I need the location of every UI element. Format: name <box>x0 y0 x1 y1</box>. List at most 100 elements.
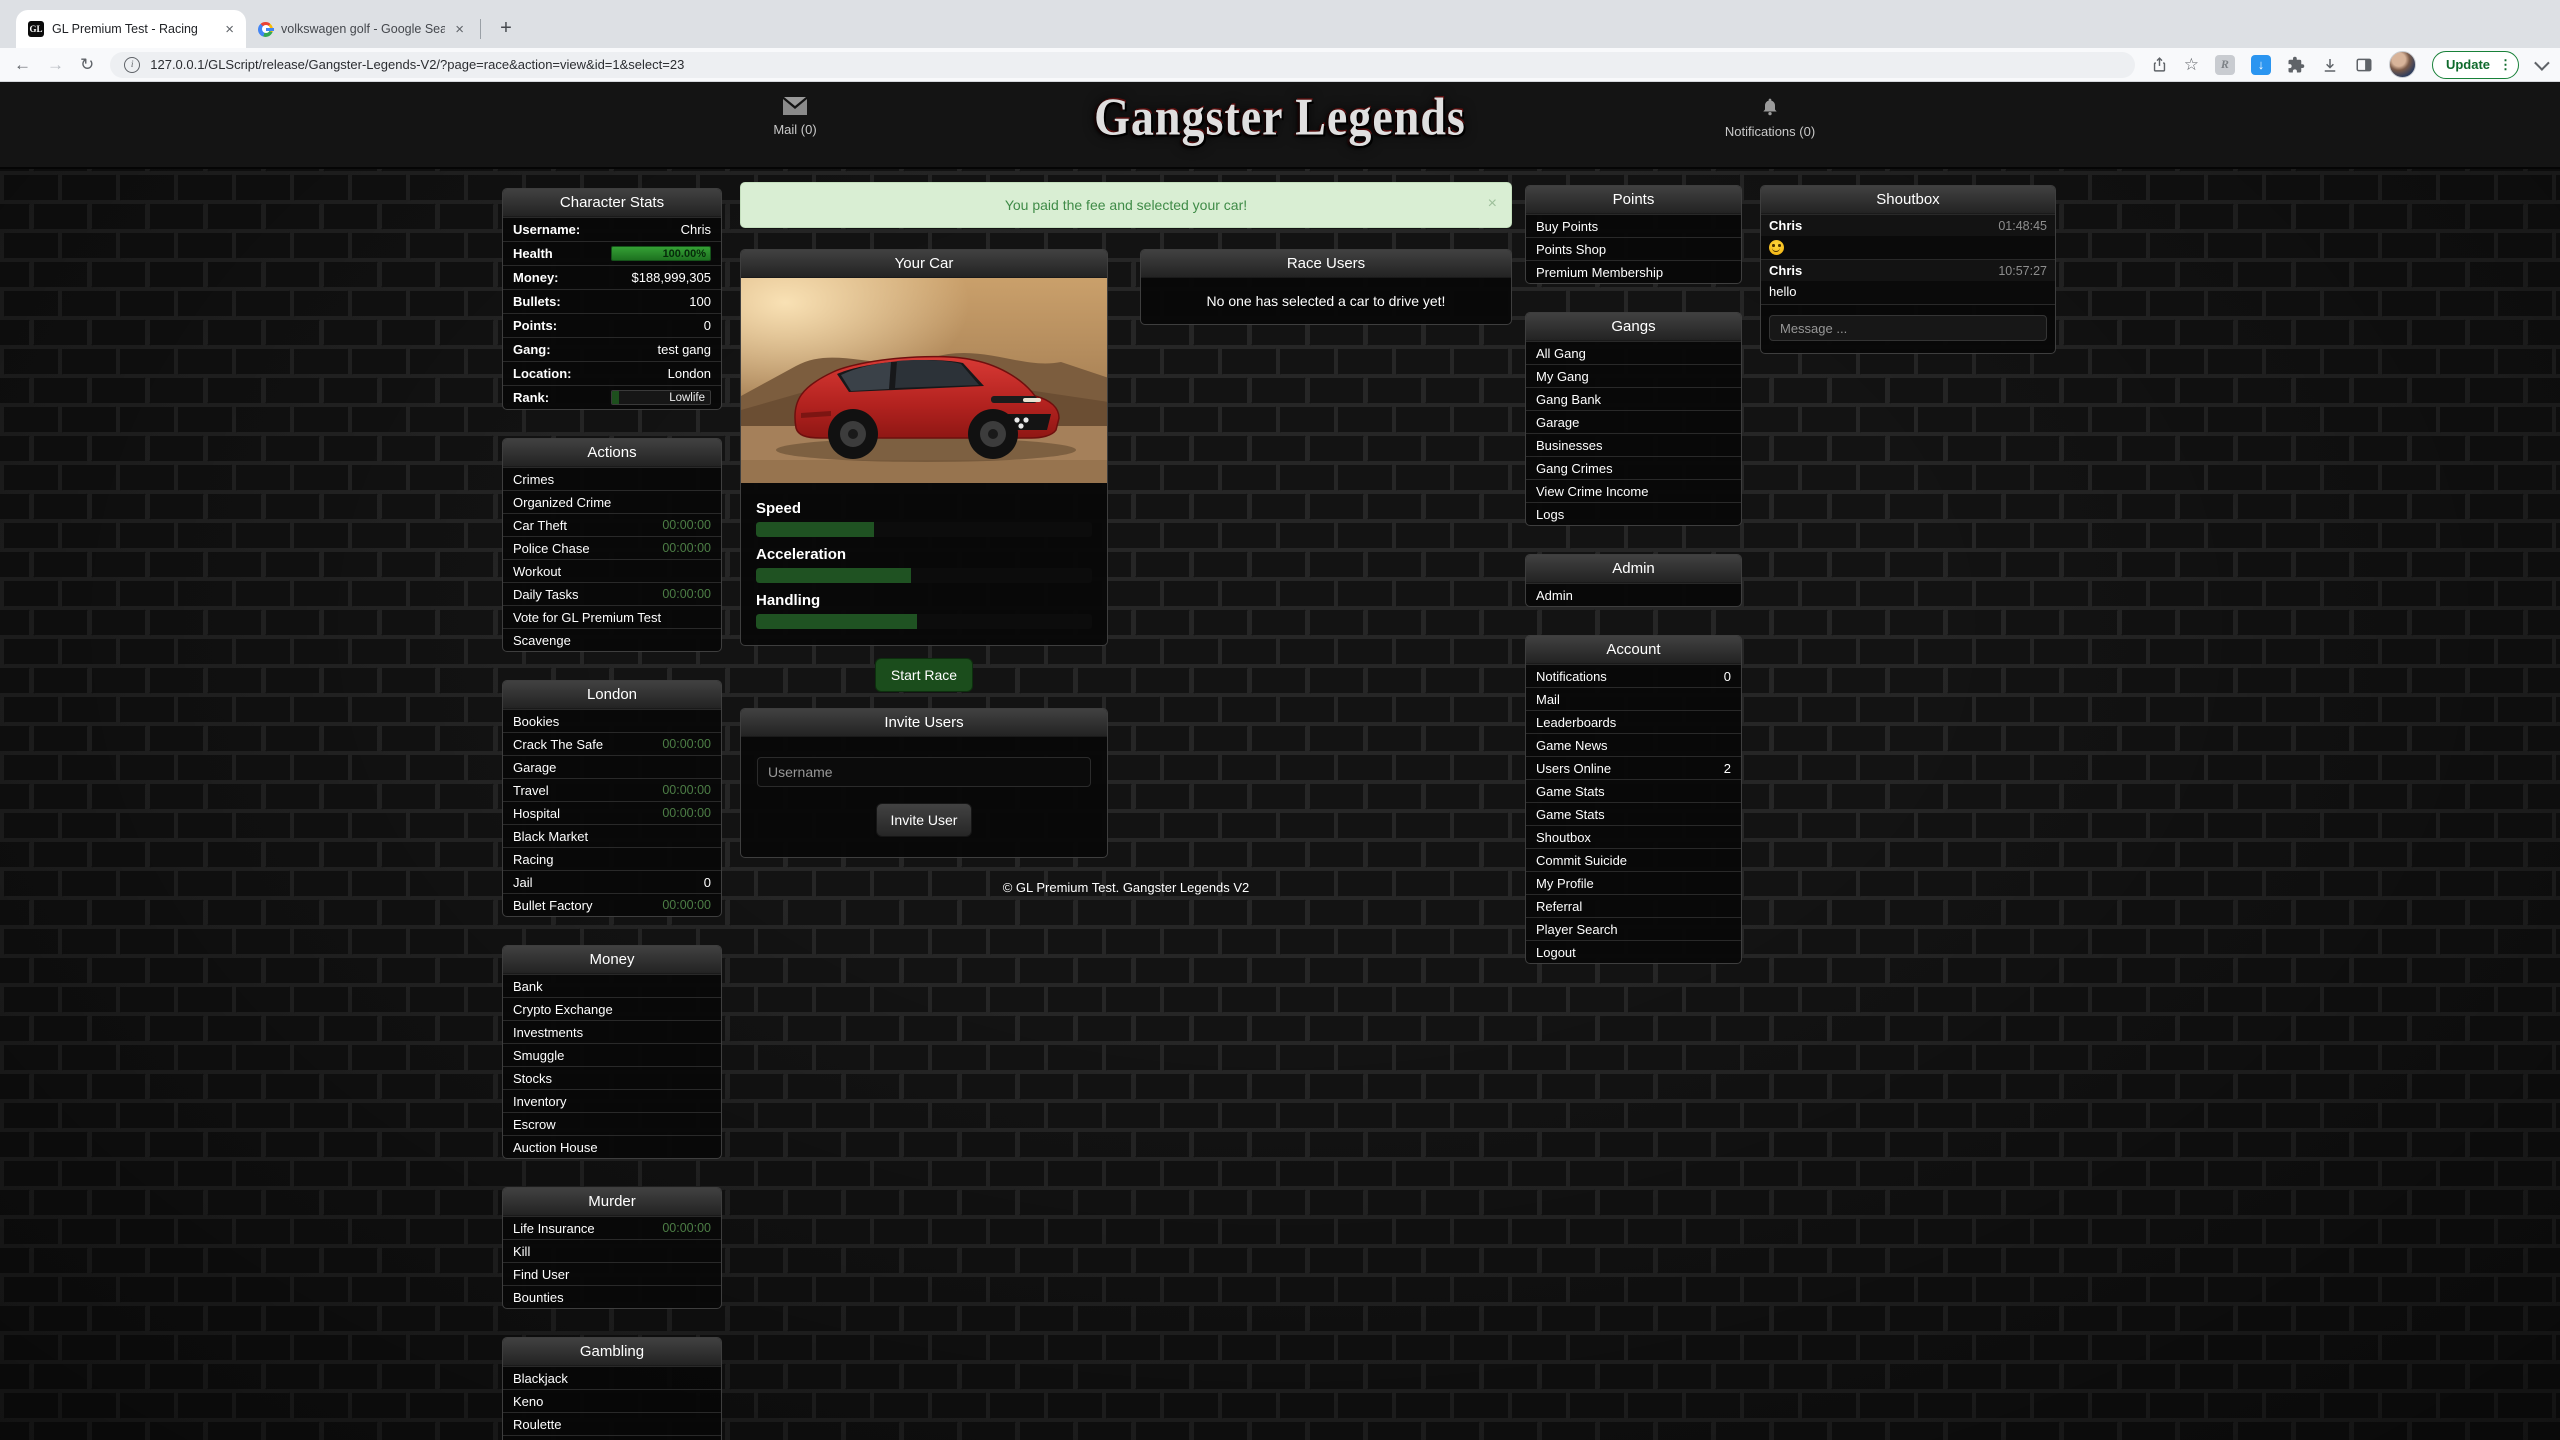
menu-item-notifications[interactable]: Notifications0 <box>1526 664 1741 687</box>
menu-item-game-news[interactable]: Game News <box>1526 733 1741 756</box>
share-icon[interactable] <box>2151 56 2168 73</box>
menu-item-bullet-factory[interactable]: Bullet Factory00:00:00 <box>503 893 721 916</box>
menu-item-label: Blackjack <box>513 1371 568 1386</box>
menu-item-organized-crime[interactable]: Organized Crime <box>503 490 721 513</box>
reload-icon[interactable]: ↻ <box>80 56 94 73</box>
menu-item-keno[interactable]: Keno <box>503 1389 721 1412</box>
menu-item-travel[interactable]: Travel00:00:00 <box>503 778 721 801</box>
menu-item-game-stats[interactable]: Game Stats <box>1526 779 1741 802</box>
new-tab-button[interactable]: + <box>491 13 521 43</box>
menu-item-my-gang[interactable]: My Gang <box>1526 364 1741 387</box>
menu-item-label: Bank <box>513 979 543 994</box>
menu-item-label: Organized Crime <box>513 495 611 510</box>
menu-item-referral[interactable]: Referral <box>1526 894 1741 917</box>
menu-item-businesses[interactable]: Businesses <box>1526 433 1741 456</box>
menu-item-crypto-exchange[interactable]: Crypto Exchange <box>503 997 721 1020</box>
menu-item-logs[interactable]: Logs <box>1526 502 1741 525</box>
notifications-link[interactable]: Notifications (0) <box>1685 97 1855 139</box>
menu-item-blackjack[interactable]: Blackjack <box>503 1366 721 1389</box>
menu-item-life-insurance[interactable]: Life Insurance00:00:00 <box>503 1216 721 1239</box>
invite-username-input[interactable] <box>757 757 1091 787</box>
tab-google-search[interactable]: volkswagen golf - Google Sear × <box>246 10 476 48</box>
shoutbox-message-input[interactable] <box>1769 315 2047 341</box>
points-panel: PointsBuy PointsPoints ShopPremium Membe… <box>1525 185 1742 284</box>
menu-item-game-stats[interactable]: Game Stats <box>1526 802 1741 825</box>
menu-item-scavenge[interactable]: Scavenge <box>503 628 721 651</box>
game-logo[interactable]: Gangster Legends <box>0 90 2560 143</box>
menu-item-crack-the-safe[interactable]: Crack The Safe00:00:00 <box>503 732 721 755</box>
menu-item-gang-crimes[interactable]: Gang Crimes <box>1526 456 1741 479</box>
menu-item-bounties[interactable]: Bounties <box>503 1285 721 1308</box>
menu-item-player-search[interactable]: Player Search <box>1526 917 1741 940</box>
menu-item-kill[interactable]: Kill <box>503 1239 721 1262</box>
tab-close-icon[interactable]: × <box>453 21 466 38</box>
menu-item-timer: 00:00:00 <box>662 541 711 555</box>
menu-item-bookies[interactable]: Bookies <box>503 709 721 732</box>
success-alert: You paid the fee and selected your car! … <box>740 182 1512 228</box>
menu-item-hospital[interactable]: Hospital00:00:00 <box>503 801 721 824</box>
site-info-icon[interactable]: i <box>124 57 140 73</box>
menu-item-admin[interactable]: Admin <box>1526 583 1741 606</box>
menu-item-auction-house[interactable]: Auction House <box>503 1135 721 1158</box>
side-panel-icon[interactable] <box>2355 56 2373 74</box>
address-bar[interactable]: i 127.0.0.1/GLScript/release/Gangster-Le… <box>110 52 2134 78</box>
menu-item-escrow[interactable]: Escrow <box>503 1112 721 1135</box>
tab-gl-premium-test[interactable]: GL GL Premium Test - Racing × <box>16 10 246 48</box>
menu-item-label: All Gang <box>1536 346 1586 361</box>
smiley-emoji-icon <box>1769 240 1784 255</box>
game-logo-text: Gangster Legends <box>1094 86 1466 147</box>
back-icon[interactable]: ← <box>14 56 31 73</box>
menu-item-daily-tasks[interactable]: Daily Tasks00:00:00 <box>503 582 721 605</box>
update-button[interactable]: Update ⋮ <box>2432 51 2519 79</box>
menu-item-find-user[interactable]: Find User <box>503 1262 721 1285</box>
menu-item-users-online[interactable]: Users Online2 <box>1526 756 1741 779</box>
profile-avatar[interactable] <box>2389 51 2416 78</box>
menu-item-investments[interactable]: Investments <box>503 1020 721 1043</box>
menu-item-gang-bank[interactable]: Gang Bank <box>1526 387 1741 410</box>
alert-close-icon[interactable]: × <box>1488 195 1497 213</box>
menu-item-vote-for-gl-premium-test[interactable]: Vote for GL Premium Test <box>503 605 721 628</box>
bookmark-star-icon[interactable]: ☆ <box>2184 56 2199 73</box>
menu-item-leaderboards[interactable]: Leaderboards <box>1526 710 1741 733</box>
menu-item-racing[interactable]: Racing <box>503 847 721 870</box>
menu-item-bank[interactable]: Bank <box>503 974 721 997</box>
extension-downloader-icon[interactable]: ↓ <box>2251 55 2271 75</box>
menu-item-label: Black Market <box>513 829 588 844</box>
tab-close-icon[interactable]: × <box>223 21 236 38</box>
stat-row-rank: Rank:Lowlife <box>503 385 721 409</box>
menu-item-mail[interactable]: Mail <box>1526 687 1741 710</box>
downloads-icon[interactable] <box>2321 56 2339 74</box>
menu-item-all-gang[interactable]: All Gang <box>1526 341 1741 364</box>
menu-item-garage[interactable]: Garage <box>503 755 721 778</box>
menu-item-buy-points[interactable]: Buy Points <box>1526 214 1741 237</box>
menu-item-my-profile[interactable]: My Profile <box>1526 871 1741 894</box>
menu-item-premium-membership[interactable]: Premium Membership <box>1526 260 1741 283</box>
menu-item-lottery[interactable]: Lottery <box>503 1435 721 1440</box>
menu-item-shoutbox[interactable]: Shoutbox <box>1526 825 1741 848</box>
menu-item-car-theft[interactable]: Car Theft00:00:00 <box>503 513 721 536</box>
menu-item-crimes[interactable]: Crimes <box>503 467 721 490</box>
start-race-button[interactable]: Start Race <box>875 658 973 692</box>
menu-item-garage[interactable]: Garage <box>1526 410 1741 433</box>
menu-item-workout[interactable]: Workout <box>503 559 721 582</box>
menu-item-commit-suicide[interactable]: Commit Suicide <box>1526 848 1741 871</box>
menu-item-stocks[interactable]: Stocks <box>503 1066 721 1089</box>
menu-item-police-chase[interactable]: Police Chase00:00:00 <box>503 536 721 559</box>
menu-item-inventory[interactable]: Inventory <box>503 1089 721 1112</box>
menu-item-black-market[interactable]: Black Market <box>503 824 721 847</box>
extensions-puzzle-icon[interactable] <box>2287 56 2305 74</box>
gl-favicon-icon: GL <box>28 21 44 37</box>
menu-item-logout[interactable]: Logout <box>1526 940 1741 963</box>
chevron-down-icon[interactable] <box>2534 55 2550 71</box>
invite-user-button[interactable]: Invite User <box>876 803 973 837</box>
extension-r-icon[interactable]: R <box>2215 55 2235 75</box>
menu-item-smuggle[interactable]: Smuggle <box>503 1043 721 1066</box>
car-stats: SpeedAccelerationHandling <box>741 483 1107 645</box>
menu-item-points-shop[interactable]: Points Shop <box>1526 237 1741 260</box>
menu-item-view-crime-income[interactable]: View Crime Income <box>1526 479 1741 502</box>
forward-icon[interactable]: → <box>47 56 64 73</box>
bell-icon <box>1760 97 1780 117</box>
menu-item-roulette[interactable]: Roulette <box>503 1412 721 1435</box>
menu-item-jail[interactable]: Jail0 <box>503 870 721 893</box>
shoutbox-messages: Chris01:48:45Chris10:57:27hello <box>1761 214 2055 304</box>
